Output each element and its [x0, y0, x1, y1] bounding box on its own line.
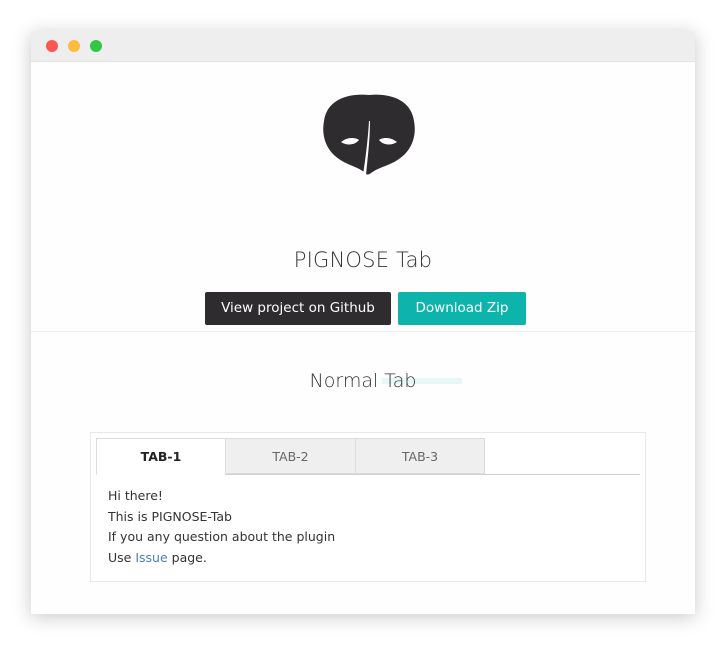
- tab-2[interactable]: TAB-2: [226, 438, 356, 474]
- tab-bar: TAB-1 TAB-2 TAB-3: [96, 438, 640, 475]
- content-line-2: This is PIGNOSE-Tab: [108, 508, 232, 524]
- window-titlebar: [31, 31, 695, 62]
- minimize-window-button[interactable]: [68, 40, 80, 52]
- browser-window: PIGNOSE Tab View project on Github Downl…: [31, 31, 695, 614]
- close-window-button[interactable]: [46, 40, 58, 52]
- hero-section: PIGNOSE Tab View project on Github Downl…: [31, 62, 695, 332]
- tab-3[interactable]: TAB-3: [355, 438, 485, 474]
- pignose-mask-icon: [323, 94, 415, 175]
- download-zip-button[interactable]: Download Zip: [398, 292, 526, 325]
- view-on-github-button[interactable]: View project on Github: [205, 292, 391, 325]
- content-line-4: Use Issue page.: [108, 548, 335, 569]
- tab-panel: TAB-1 TAB-2 TAB-3 Hi there! This is PIGN…: [90, 432, 646, 582]
- maximize-window-button[interactable]: [90, 40, 102, 52]
- page-title: PIGNOSE Tab: [293, 248, 433, 272]
- section-title: Normal Tab: [309, 370, 417, 392]
- content-line-1: Hi there!: [108, 488, 163, 503]
- content-line-4-prefix: Use: [108, 550, 136, 566]
- tab-content: Hi there! This is PIGNOSE-Tab If you any…: [108, 486, 335, 569]
- tab-1[interactable]: TAB-1: [96, 438, 226, 475]
- content-line-4-suffix: page.: [167, 550, 207, 566]
- content-line-3: If you any question about the plugin: [108, 529, 336, 545]
- issue-link[interactable]: Issue: [135, 550, 167, 565]
